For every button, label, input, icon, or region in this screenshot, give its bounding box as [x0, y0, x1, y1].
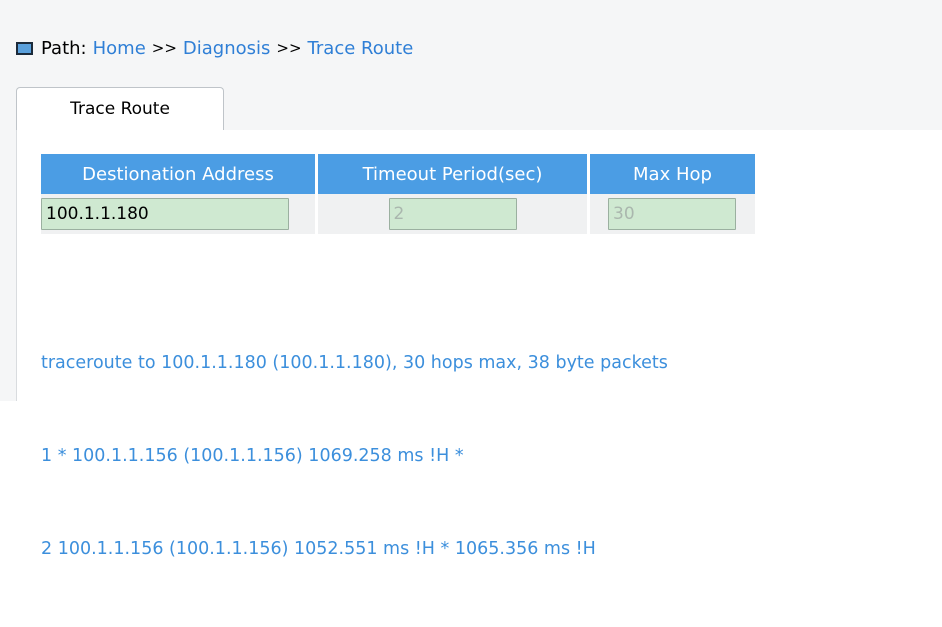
timeout-period-input[interactable]: [388, 198, 517, 230]
tab-strip: Trace Route: [16, 86, 942, 131]
path-icon: [16, 41, 33, 55]
timeout-period-header: Timeout Period(sec): [318, 154, 590, 194]
max-hop-input[interactable]: [608, 198, 736, 230]
output-line: traceroute to 100.1.1.180 (100.1.1.180),…: [41, 353, 668, 373]
output-line: 1 * 100.1.1.156 (100.1.1.156) 1069.258 m…: [41, 446, 464, 466]
max-hop-cell: [590, 194, 755, 234]
breadcrumb-home-link[interactable]: Home: [93, 38, 146, 59]
tab-trace-route[interactable]: Trace Route: [16, 87, 224, 131]
breadcrumb-separator: >>: [151, 39, 177, 57]
max-hop-header: Max Hop: [590, 154, 755, 194]
content-panel: Destionation Address Timeout Period(sec)…: [16, 130, 942, 559]
destination-address-cell: [41, 194, 318, 234]
breadcrumb-separator: >>: [276, 39, 302, 57]
breadcrumb: Path: Home >> Diagnosis >> Trace Route: [16, 34, 413, 62]
breadcrumb-trace-route-link[interactable]: Trace Route: [308, 38, 414, 59]
form-header-row: Destionation Address Timeout Period(sec)…: [41, 154, 755, 194]
destination-address-header: Destionation Address: [41, 154, 318, 194]
trace-route-form: Destionation Address Timeout Period(sec)…: [41, 154, 755, 234]
timeout-period-cell: [318, 194, 590, 234]
breadcrumb-diagnosis-link[interactable]: Diagnosis: [183, 38, 271, 59]
traceroute-output: traceroute to 100.1.1.180 (100.1.1.180),…: [41, 286, 668, 627]
destination-address-input[interactable]: [41, 198, 289, 230]
path-label: Path:: [41, 37, 87, 59]
output-line: 2 100.1.1.156 (100.1.1.156) 1052.551 ms …: [41, 539, 596, 559]
page: Path: Home >> Diagnosis >> Trace Route T…: [0, 0, 942, 559]
form-input-row: [41, 194, 755, 234]
